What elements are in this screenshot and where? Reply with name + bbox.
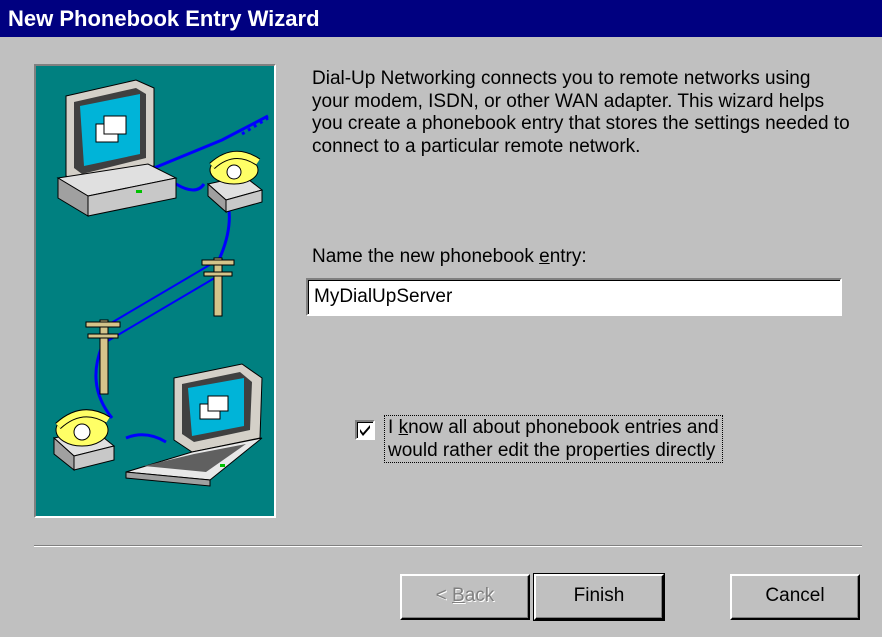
finish-button[interactable]: Finish bbox=[533, 573, 665, 621]
telephone-icon bbox=[52, 409, 116, 472]
edit-directly-line1: I know all about phonebook entries and bbox=[388, 417, 719, 438]
title-bar[interactable]: New Phonebook Entry Wizard bbox=[0, 0, 882, 37]
dial-up-illustration bbox=[52, 79, 269, 487]
computer-icon bbox=[56, 79, 178, 217]
edit-directly-label[interactable]: I know all about phonebook entries and w… bbox=[384, 415, 723, 463]
laptop-icon bbox=[125, 363, 263, 487]
telephone-icon bbox=[206, 151, 264, 214]
checkmark-icon bbox=[360, 425, 370, 436]
separator bbox=[34, 545, 862, 547]
entry-name-label: Name the new phonebook entry: bbox=[312, 246, 587, 267]
wizard-illustration bbox=[34, 64, 276, 518]
cancel-button[interactable]: Cancel bbox=[730, 574, 860, 620]
edit-directly-checkbox[interactable] bbox=[355, 420, 375, 440]
edit-directly-line2: would rather edit the properties directl… bbox=[388, 440, 716, 461]
back-button[interactable]: < Back bbox=[400, 574, 530, 620]
intro-text: Dial-Up Networking connects you to remot… bbox=[312, 68, 850, 157]
window-title: New Phonebook Entry Wizard bbox=[8, 6, 320, 31]
entry-name-input[interactable] bbox=[306, 278, 842, 316]
